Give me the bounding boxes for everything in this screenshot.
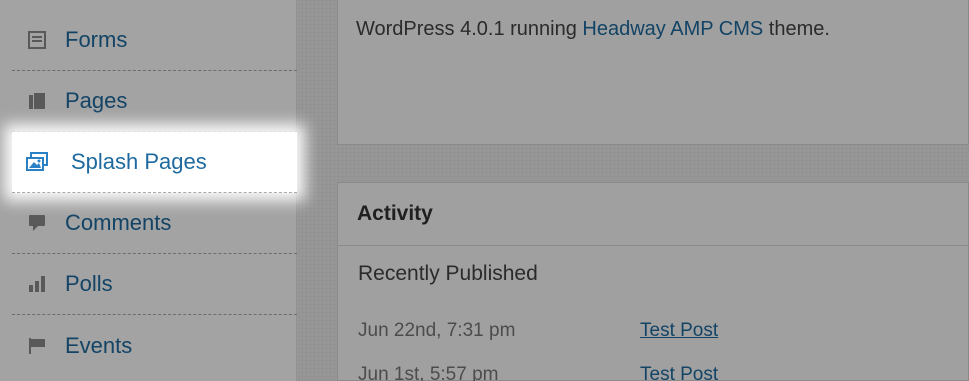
sidebar-item-forms[interactable]: Forms: [12, 10, 297, 71]
comments-icon: [26, 212, 48, 234]
activity-title: Activity: [357, 201, 433, 225]
info-prefix: WordPress 4.0.1 running: [356, 18, 583, 40]
sidebar-item-comments[interactable]: Comments: [12, 193, 297, 254]
recently-published-title: Recently Published: [358, 262, 538, 285]
sidebar-item-label: Splash Pages: [71, 149, 207, 174]
post-date: Jun 1st, 5:57 pm: [358, 364, 499, 381]
post-link[interactable]: Test Post: [640, 320, 718, 342]
sidebar-item-splash-pages[interactable]: Splash Pages: [12, 132, 297, 193]
forms-icon: [26, 29, 48, 51]
sidebar-item-events[interactable]: Events: [12, 315, 297, 376]
sidebar-item-label: Events: [65, 332, 133, 358]
splash-pages-icon: [26, 151, 48, 173]
wordpress-info: WordPress 4.0.1 running Headway AMP CMS …: [356, 18, 830, 41]
sidebar-item-label: Forms: [65, 27, 128, 52]
list-item: Jun 1st, 5:57 pm Test Post: [358, 364, 958, 381]
sidebar-item-label: Polls: [65, 271, 113, 296]
sidebar-item-label: Pages: [65, 88, 128, 113]
post-date: Jun 22nd, 7:31 pm: [358, 320, 516, 341]
post-link[interactable]: Test Post: [640, 364, 718, 381]
sidebar-item-pages[interactable]: Pages: [12, 71, 297, 132]
polls-icon: [26, 273, 48, 295]
info-suffix: theme.: [763, 18, 830, 40]
pages-icon: [26, 90, 48, 112]
sidebar-item-polls[interactable]: Polls: [12, 254, 297, 315]
list-item: Jun 22nd, 7:31 pm Test Post: [358, 320, 958, 348]
activity-header[interactable]: Activity: [337, 182, 969, 246]
theme-link[interactable]: Headway AMP CMS: [582, 18, 763, 40]
sidebar-item-label: Comments: [65, 210, 172, 235]
events-icon: [26, 335, 48, 357]
